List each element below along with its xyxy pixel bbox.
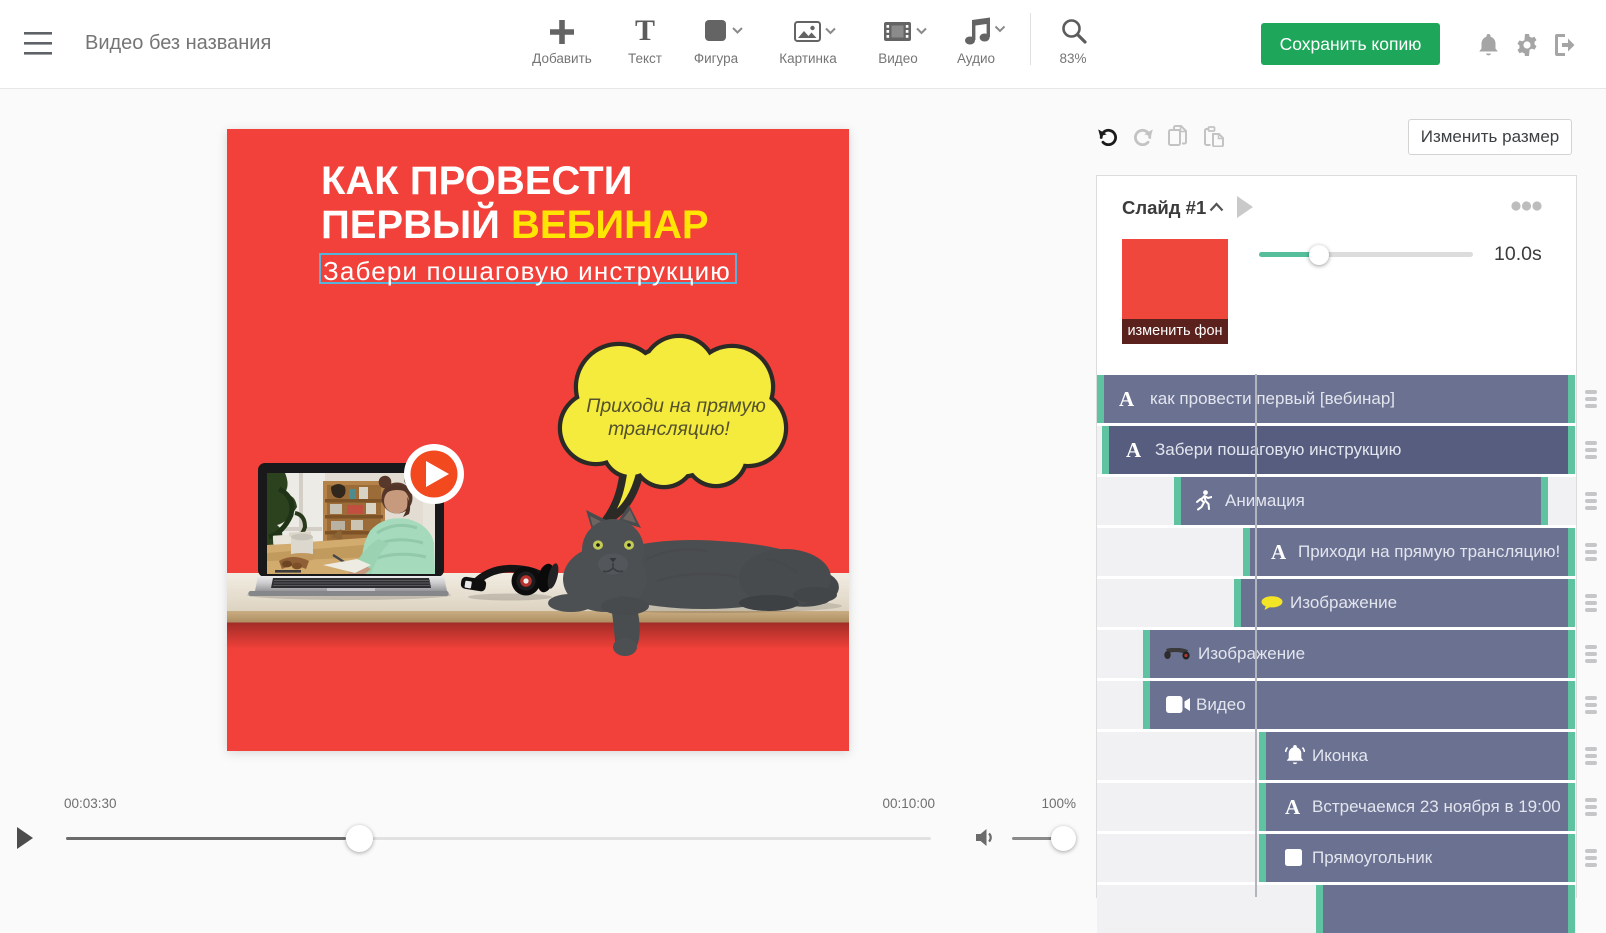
svg-text:трансляцию!: трансляцию! xyxy=(608,418,730,440)
svg-text:Приходи на прямую: Приходи на прямую xyxy=(586,395,766,417)
